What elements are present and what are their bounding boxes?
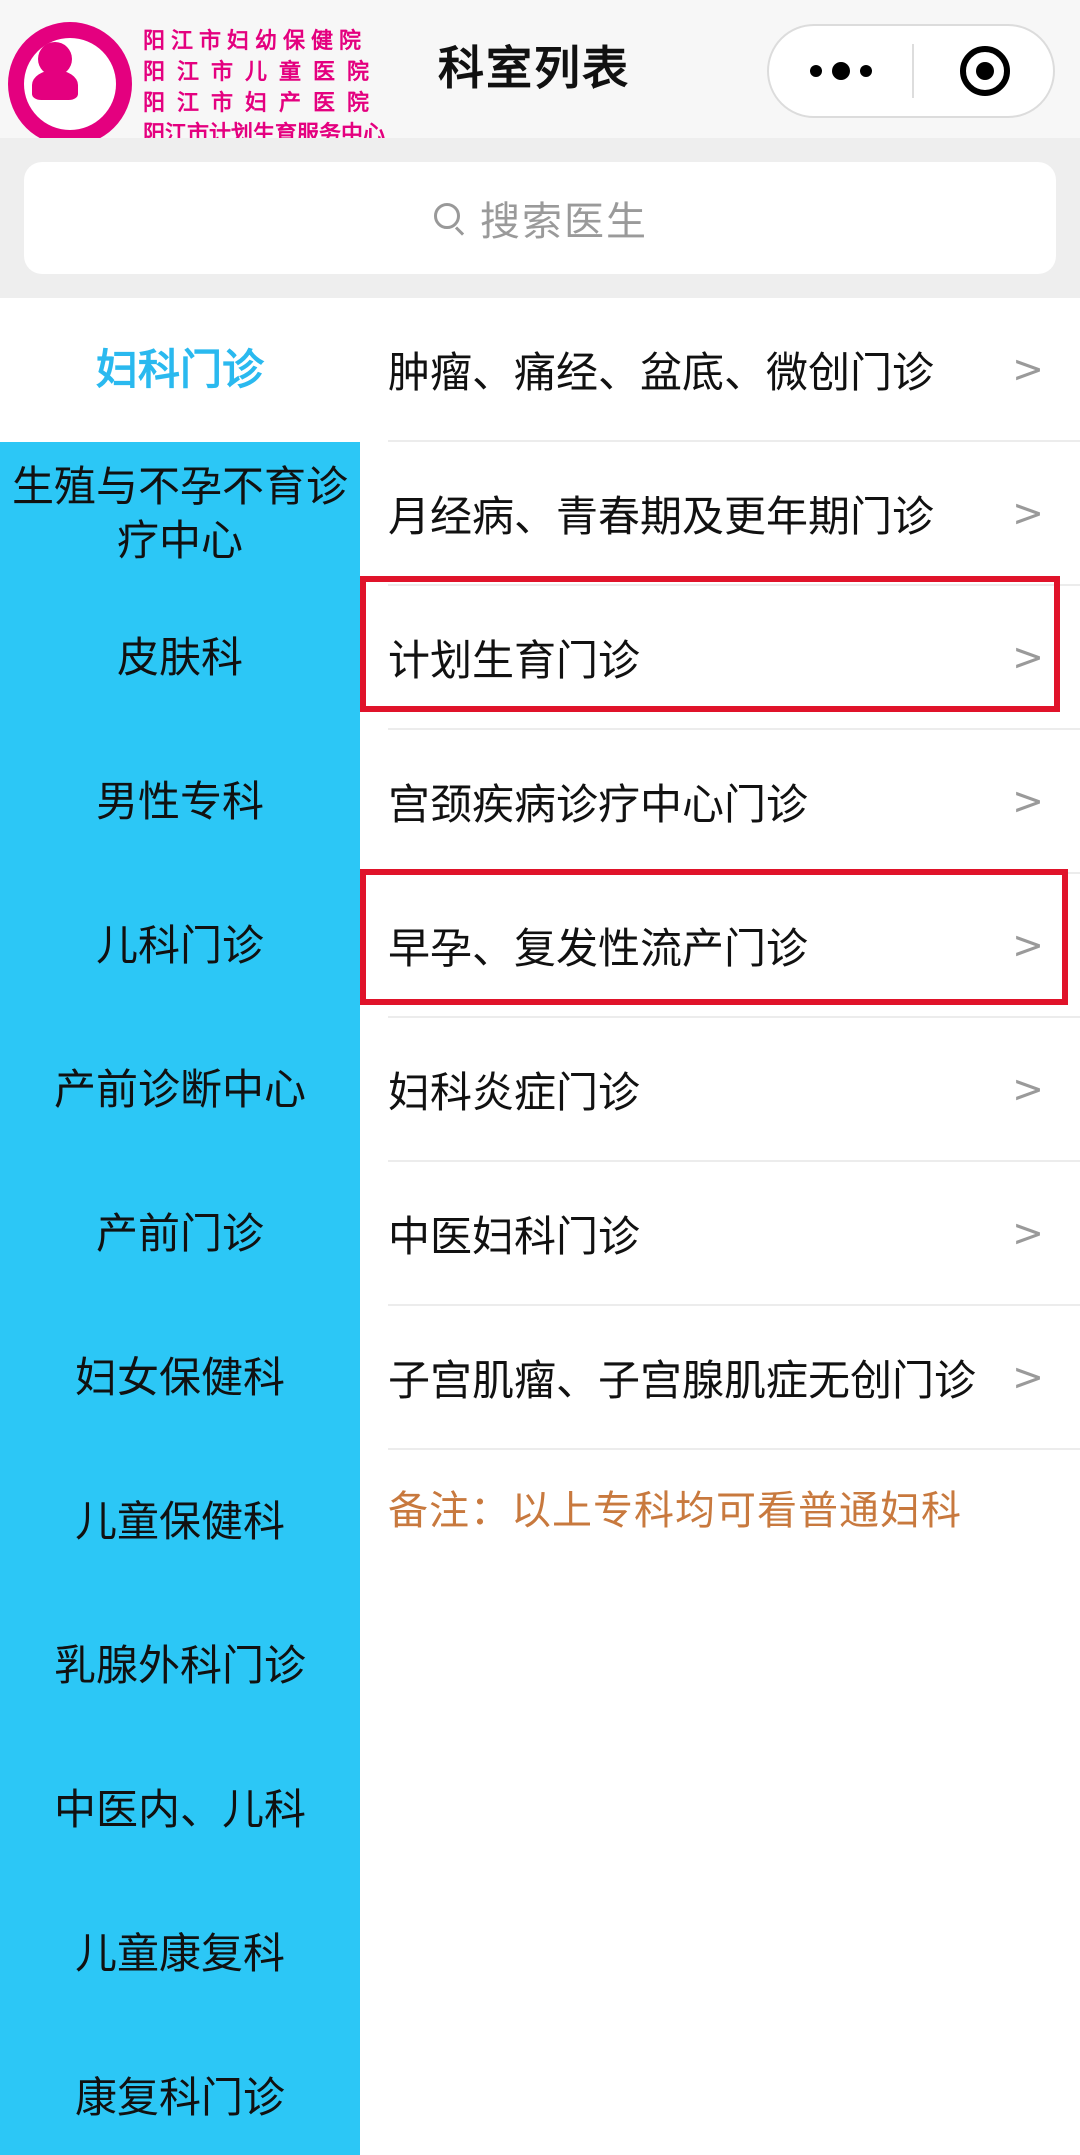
list-item[interactable]: 子宫肌瘤、子宫腺肌症无创门诊 >: [388, 1306, 1080, 1450]
page-title: 科室列表: [438, 41, 630, 95]
sidebar-item-pediatrics[interactable]: 儿科门诊: [0, 874, 360, 1018]
sidebar-item-women-health[interactable]: 妇女保健科: [0, 1306, 360, 1450]
more-dots-icon: [809, 62, 872, 80]
sidebar-item-prenatal-diagnosis[interactable]: 产前诊断中心: [0, 1018, 360, 1162]
list-item[interactable]: 宫颈疾病诊疗中心门诊 >: [388, 730, 1080, 874]
chevron-right-icon: >: [1012, 779, 1044, 823]
list-item-label: 肿瘤、痛经、盆底、微创门诊: [388, 347, 935, 397]
list-item[interactable]: 肿瘤、痛经、盆底、微创门诊 >: [388, 298, 1080, 442]
search-area: 搜索医生: [0, 138, 1080, 298]
list-item-label: 计划生育门诊: [388, 635, 641, 685]
list-item-label: 子宫肌瘤、子宫腺肌症无创门诊: [388, 1355, 977, 1405]
org-name-2: 阳江市儿童医院: [143, 60, 382, 85]
sidebar-item-child-rehab[interactable]: 儿童康复科: [0, 1882, 360, 2026]
search-icon: [432, 201, 466, 236]
chevron-right-icon: >: [1012, 635, 1044, 679]
list-item-label: 宫颈疾病诊疗中心门诊: [388, 779, 809, 829]
target-circle-icon: [959, 46, 1010, 96]
close-button[interactable]: [914, 26, 1055, 116]
search-input[interactable]: 搜索医生: [24, 162, 1056, 274]
search-placeholder: 搜索医生: [480, 199, 648, 245]
logo-year: 1952: [54, 104, 86, 117]
page: 1952 阳江市妇幼保健院 阳江市儿童医院 阳江市妇产医院 阳江市计划生育服务中…: [0, 0, 1080, 2155]
sidebar-item-andrology[interactable]: 男性专科: [0, 730, 360, 874]
chevron-right-icon: >: [1012, 1211, 1044, 1255]
miniprogram-capsule: [767, 24, 1055, 118]
more-button[interactable]: [769, 26, 912, 116]
chevron-right-icon: >: [1012, 1067, 1044, 1111]
sidebar-item-rehab[interactable]: 康复科门诊: [0, 2026, 360, 2155]
list-item-label: 早孕、复发性流产门诊: [388, 923, 809, 973]
sidebar-item-prenatal-clinic[interactable]: 产前门诊: [0, 1162, 360, 1306]
chevron-right-icon: >: [1012, 923, 1044, 967]
chevron-right-icon: >: [1012, 491, 1044, 535]
department-sidebar: 妇科门诊 生殖与不孕不育诊疗中心 皮肤科 男性专科 儿科门诊 产前诊断中心 产前…: [0, 298, 360, 2155]
chevron-right-icon: >: [1012, 347, 1044, 391]
sidebar-item-reproductive-center[interactable]: 生殖与不孕不育诊疗中心: [0, 442, 360, 586]
list-item[interactable]: 早孕、复发性流产门诊 >: [388, 874, 1080, 1018]
sidebar-item-dermatology[interactable]: 皮肤科: [0, 586, 360, 730]
org-names: 阳江市妇幼保健院 阳江市儿童医院 阳江市妇产医院 阳江市计划生育服务中心: [143, 26, 423, 150]
list-item[interactable]: 中医妇科门诊 >: [388, 1162, 1080, 1306]
list-item-label: 月经病、青春期及更年期门诊: [388, 491, 935, 541]
sidebar-item-gynecology[interactable]: 妇科门诊: [0, 298, 360, 442]
sidebar-item-tcm[interactable]: 中医内、儿科: [0, 1738, 360, 1882]
org-name-3: 阳江市妇产医院: [143, 91, 382, 116]
list-item-label: 妇科炎症门诊: [388, 1067, 641, 1117]
department-list: 肿瘤、痛经、盆底、微创门诊 > 月经病、青春期及更年期门诊 > 计划生育门诊 >…: [360, 298, 1080, 2155]
department-note: 备注：以上专科均可看普通妇科: [388, 1488, 962, 1534]
sidebar-item-breast-surgery[interactable]: 乳腺外科门诊: [0, 1594, 360, 1738]
list-item[interactable]: 月经病、青春期及更年期门诊 >: [388, 442, 1080, 586]
list-item-label: 中医妇科门诊: [388, 1211, 641, 1261]
hospital-logo: 1952: [8, 22, 132, 146]
sidebar-item-child-health[interactable]: 儿童保健科: [0, 1450, 360, 1594]
chevron-right-icon: >: [1012, 1355, 1044, 1399]
list-item[interactable]: 计划生育门诊 >: [388, 586, 1080, 730]
list-item[interactable]: 妇科炎症门诊 >: [388, 1018, 1080, 1162]
header-bar: 1952 阳江市妇幼保健院 阳江市儿童医院 阳江市妇产医院 阳江市计划生育服务中…: [0, 0, 1080, 147]
org-name-1: 阳江市妇幼保健院: [143, 29, 368, 54]
